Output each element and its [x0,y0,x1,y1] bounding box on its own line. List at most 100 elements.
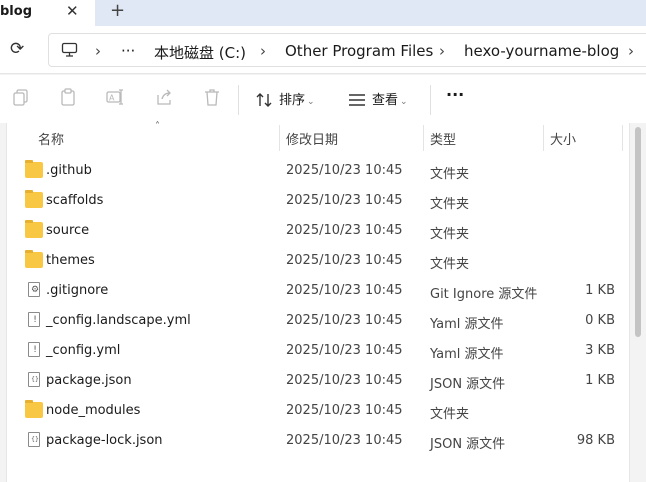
folder-icon [25,400,43,418]
file-name: .github [46,163,92,178]
folder-icon [25,250,43,268]
file-date: 2025/10/23 10:45 [286,223,403,238]
file-type: Yaml 源文件 [430,317,504,332]
view-icon[interactable] [347,90,367,110]
file-row[interactable]: {} package-lock.json 2025/10/23 10:45 JSON … [7,426,629,456]
breadcrumb[interactable]: › ··· 本地磁盘 (C:) › Other Program Files › … [48,33,646,67]
toolbar-divider [430,85,431,115]
file-row[interactable]: scaffolds 2025/10/23 10:45 文件夹 [7,186,629,216]
svg-text:A: A [109,94,115,103]
breadcrumb-item-program-files[interactable]: Other Program Files [285,42,433,60]
file-date: 2025/10/23 10:45 [286,373,403,388]
folder-icon [25,190,43,208]
paste-icon[interactable] [58,87,78,107]
json-file-icon: {} [28,372,40,387]
file-row[interactable]: ! _config.landscape.yml 2025/10/23 10:45 Ya… [7,306,629,336]
yaml-file-icon: ! [28,342,40,357]
column-divider[interactable] [622,125,623,151]
file-type: 文件夹 [430,197,470,212]
file-date: 2025/10/23 10:45 [286,283,403,298]
more-options-icon[interactable]: ··· [446,85,464,104]
file-date: 2025/10/23 10:45 [286,163,403,178]
plus-icon[interactable]: + [110,0,125,21]
chevron-down-icon: ⌄ [400,97,408,107]
refresh-icon[interactable]: ⟳ [10,39,24,59]
chevron-down-icon: ⌄ [307,97,315,107]
view-button[interactable]: 查看 ⌄ [372,89,408,108]
file-row[interactable]: {} package.json 2025/10/23 10:45 JSON 源文件 1 … [7,366,629,396]
file-type: 文件夹 [430,407,470,422]
sort-button[interactable]: 排序 ⌄ [279,89,315,108]
column-divider[interactable] [423,125,424,151]
chevron-right-icon: › [439,42,445,60]
yaml-file-icon: ! [28,312,40,327]
column-header-size[interactable]: 大小 [550,129,576,148]
sort-ascending-icon: ˄ [155,121,160,132]
copy-icon[interactable] [11,87,31,107]
delete-icon[interactable] [202,87,222,107]
file-row[interactable]: ! _config.yml 2025/10/23 10:45 Yaml 源文件 3 KB [7,336,629,366]
breadcrumb-item-drive[interactable]: 本地磁盘 (C:) [154,42,246,63]
chevron-right-icon: › [95,42,101,60]
rename-icon[interactable]: A [105,87,125,107]
file-name: _config.yml [46,343,121,358]
sort-icon[interactable] [254,90,274,110]
vertical-scrollbar[interactable] [632,123,646,482]
file-date: 2025/10/23 10:45 [286,343,403,358]
file-name: source [46,223,90,238]
file-type: 文件夹 [430,257,470,272]
column-header-name[interactable]: 名称 [38,129,64,148]
breadcrumb-item-blog-folder[interactable]: hexo-yourname-blog [464,42,619,60]
file-row[interactable]: .github 2025/10/23 10:45 文件夹 [7,156,629,186]
file-name: package-lock.json [46,433,163,448]
file-size: 98 KB [576,433,615,448]
file-size: 1 KB [585,373,615,388]
file-type: 文件夹 [430,167,470,182]
file-name: .gitignore [46,283,109,298]
sort-label: 排序 [279,93,306,108]
file-date: 2025/10/23 10:45 [286,313,403,328]
file-name: scaffolds [46,193,104,208]
view-label: 查看 [372,93,399,108]
file-name: _config.landscape.yml [46,313,191,328]
file-name: node_modules [46,403,141,418]
settings-file-icon: ⚙ [28,282,40,297]
folder-icon [25,160,43,178]
chevron-right-icon: › [260,42,266,60]
column-header-type[interactable]: 类型 [430,129,456,148]
file-type: 文件夹 [430,227,470,242]
file-date: 2025/10/23 10:45 [286,253,403,268]
column-header-date[interactable]: 修改日期 [286,129,338,148]
computer-icon[interactable] [61,42,78,62]
command-bar: A 排序 ⌄ 查看 ⌄ ··· [0,75,646,123]
file-date: 2025/10/23 10:45 [286,433,403,448]
scrollbar-thumb[interactable] [635,127,641,337]
file-name: package.json [46,373,132,388]
file-list-pane: ˄ 名称 修改日期 类型 大小 .github 2025/10/23 10:45 文… [6,121,630,482]
share-icon[interactable] [154,87,174,107]
close-icon[interactable]: ✕ [66,2,79,20]
file-date: 2025/10/23 10:45 [286,193,403,208]
file-type: Yaml 源文件 [430,347,504,362]
column-divider[interactable] [543,125,544,151]
file-row[interactable]: source 2025/10/23 10:45 文件夹 [7,216,629,246]
tab-title: blog [0,4,32,19]
file-row[interactable]: ⚙ .gitignore 2025/10/23 10:45 Git Ignore 源文… [7,276,629,306]
column-divider[interactable] [279,125,280,151]
tab-blog[interactable]: blog ✕ [0,0,95,26]
file-row[interactable]: themes 2025/10/23 10:45 文件夹 [7,246,629,276]
toolbar-divider [238,85,239,115]
file-size: 1 KB [585,283,615,298]
breadcrumb-ellipsis[interactable]: ··· [121,42,135,60]
file-size: 0 KB [585,313,615,328]
tab-strip: blog ✕ + [0,0,646,26]
json-file-icon: {} [28,432,40,447]
file-date: 2025/10/23 10:45 [286,403,403,418]
chevron-right-icon: › [628,42,634,60]
file-row[interactable]: node_modules 2025/10/23 10:45 文件夹 [7,396,629,426]
file-type: Git Ignore 源文件 [430,287,538,302]
file-type: JSON 源文件 [430,377,506,392]
folder-icon [25,220,43,238]
file-type: JSON 源文件 [430,437,506,452]
address-row: ⟳ › ··· 本地磁盘 (C:) › Other Program Files … [0,26,646,74]
